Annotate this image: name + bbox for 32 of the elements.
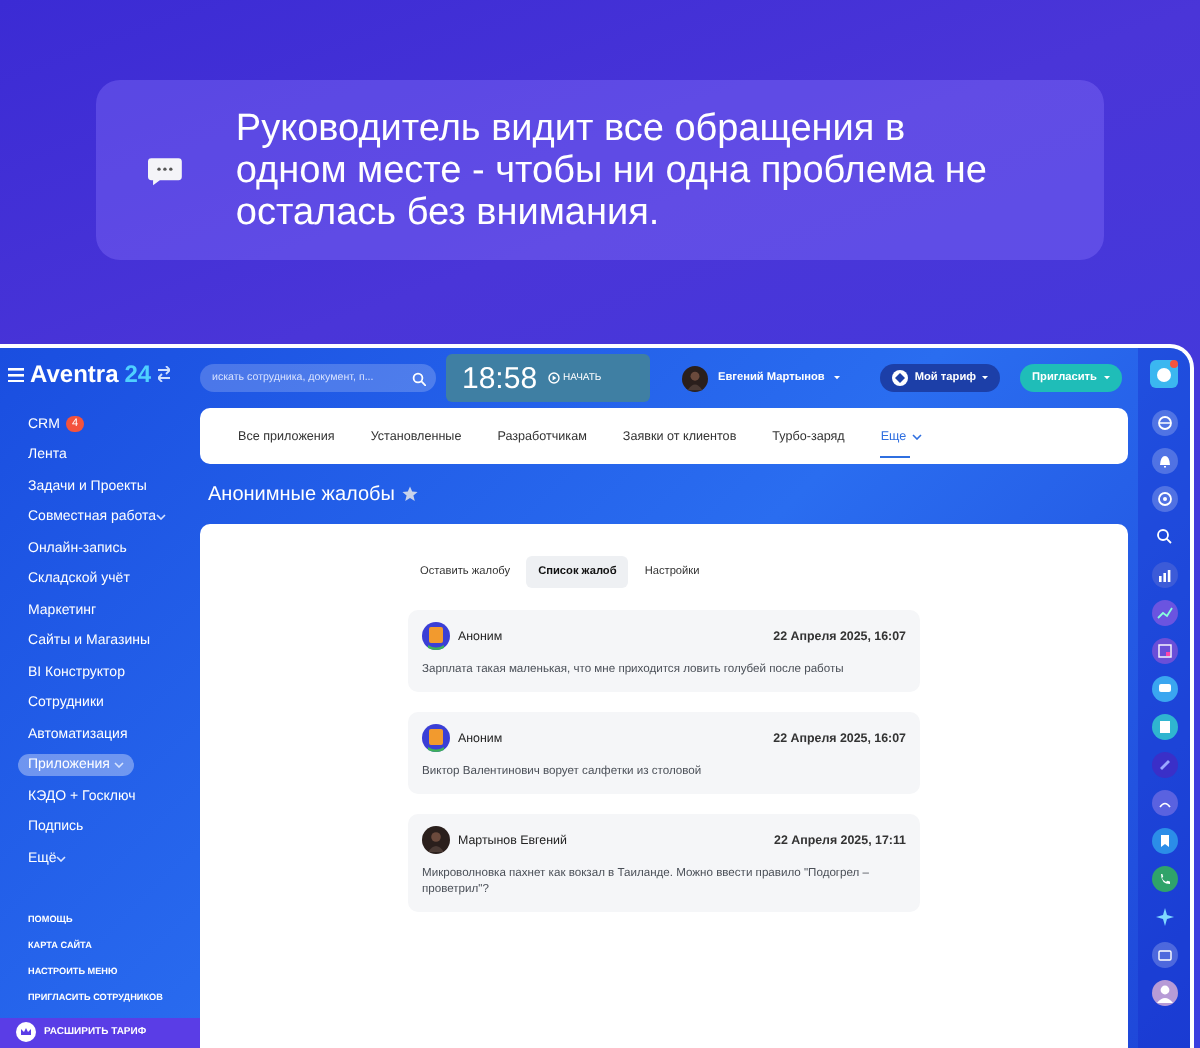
chevron-down-icon	[912, 433, 923, 439]
author-avatar	[422, 826, 450, 854]
logo-number: 24	[124, 360, 152, 389]
page-title: Анонимные жалобы	[208, 483, 395, 505]
dashboard-icon[interactable]	[1151, 638, 1177, 664]
bell-icon[interactable]	[1151, 448, 1177, 474]
globe-icon[interactable]	[1151, 410, 1177, 436]
id-card-icon[interactable]	[1151, 942, 1177, 968]
plan-icon	[892, 370, 909, 386]
bar-chart-icon[interactable]	[1151, 562, 1177, 588]
star-icon[interactable]	[402, 486, 419, 502]
bookmark-icon[interactable]	[1151, 828, 1177, 854]
document-icon[interactable]	[1151, 714, 1177, 740]
menu-icon[interactable]	[8, 367, 24, 382]
help-icon[interactable]	[1150, 360, 1178, 388]
chevron-down-icon	[156, 514, 167, 521]
chevron-down-icon	[56, 855, 67, 862]
search-icon	[412, 371, 426, 385]
crown-icon	[16, 1022, 36, 1043]
banner-text: Руководитель видит все обращения в одном месте - чтобы ни одна проблема не осталась без внимания.	[235, 107, 989, 233]
chevron-down-icon	[113, 762, 124, 769]
phone-icon[interactable]	[1151, 866, 1177, 892]
user-avatar	[682, 365, 708, 391]
anonymous-avatar-icon	[422, 724, 450, 752]
chat-icon[interactable]	[1151, 676, 1177, 702]
play-icon	[547, 372, 560, 384]
anonymous-avatar-icon	[422, 622, 450, 650]
line-chart-icon[interactable]	[1151, 600, 1177, 626]
logo-text: Aventra	[30, 360, 119, 389]
swap-icon[interactable]	[157, 366, 170, 383]
profile-avatar[interactable]	[1151, 980, 1177, 1006]
timer-time: 18:58	[462, 361, 538, 395]
